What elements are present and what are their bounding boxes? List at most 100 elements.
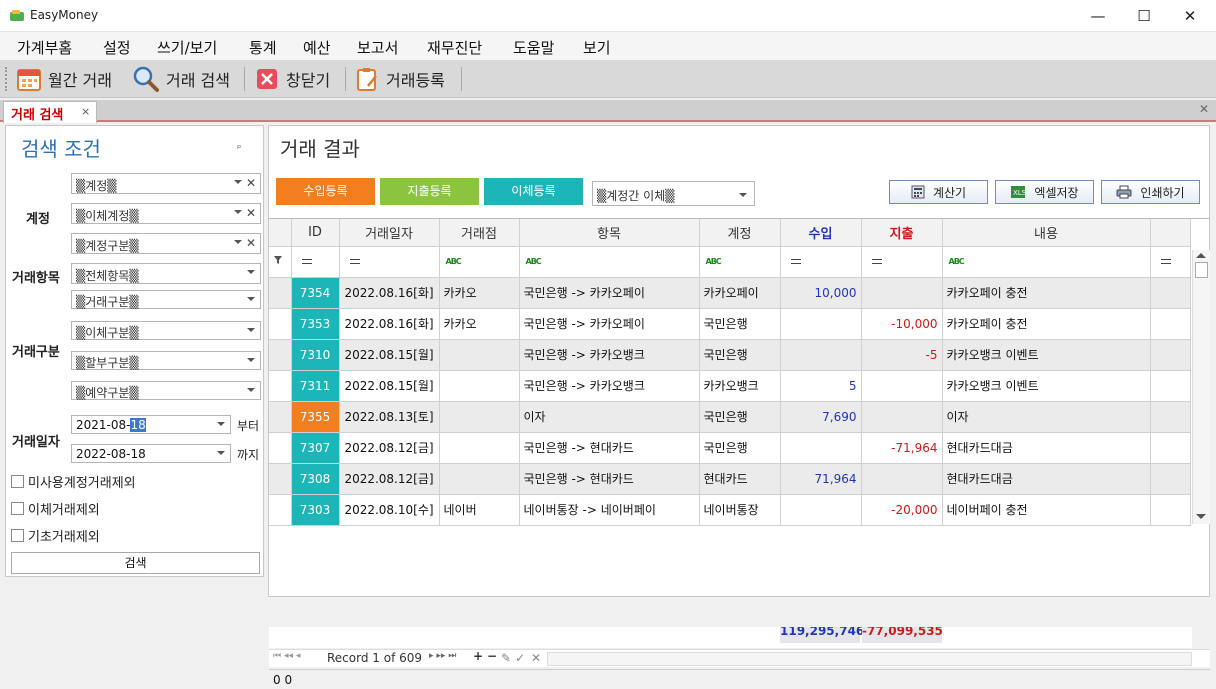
clear-icon[interactable]: ✕ [246, 236, 256, 250]
filter-extra[interactable] [1150, 246, 1191, 278]
grid-status-bar: 0 0 [269, 669, 1210, 689]
row-item: 국민은행 -> 카카오페이 [519, 277, 700, 309]
filter-expense[interactable] [861, 246, 943, 278]
col-store[interactable]: 거래점 [439, 219, 520, 247]
nav-confirm-icon[interactable]: ✓ [515, 651, 525, 665]
account-group-label: 계정 [26, 212, 50, 227]
menu-financial-diagnosis[interactable]: 재무진단 [427, 37, 482, 58]
tab-close-icon[interactable]: × [81, 105, 90, 118]
transfer-filter-combo[interactable]: ▒계정간 이체▒ [592, 181, 755, 206]
search-button[interactable]: 검색 [11, 552, 260, 574]
nav-first-icon[interactable]: ⏮ ◂◂ ◂ [273, 651, 300, 661]
menu-help[interactable]: 도움말 [513, 37, 554, 58]
chevron-down-icon [247, 328, 255, 332]
row-store: 카카오 [439, 308, 520, 340]
scroll-thumb[interactable] [1195, 262, 1208, 278]
all-items-combo[interactable]: ▒전체항목▒ [71, 263, 261, 284]
close-window-button[interactable]: ✕ [1167, 0, 1213, 32]
monthly-transactions-button[interactable]: 월간 거래 [12, 63, 116, 95]
nav-cancel-icon[interactable]: ✕ [531, 651, 541, 665]
transfer-register-button[interactable]: 이체등록 [484, 178, 583, 205]
table-row[interactable]: 7310 2022.08.15[월] 국민은행 -> 카카오뱅크 국민은행 -5 카카오뱅… [269, 339, 1191, 371]
register-transaction-button[interactable]: 거래등록 [350, 63, 449, 95]
table-row[interactable]: 7303 2022.08.10[수] 네이버 네이버통장 -> 네이버페이 네이버통장 -… [269, 494, 1191, 526]
exclude-unused-checkbox[interactable]: 미사용계정거래제외 [11, 472, 136, 491]
print-button[interactable]: 인쇄하기 [1101, 180, 1200, 204]
exclude-transfer-checkbox[interactable]: 이체거래제외 [11, 499, 100, 518]
app-title: EasyMoney [30, 8, 99, 22]
table-row[interactable]: 7311 2022.08.15[월] 국민은행 -> 카카오뱅크 카카오뱅크 5 카카오뱅… [269, 370, 1191, 402]
col-expense[interactable]: 지출 [861, 219, 943, 247]
date-from-prefix: 2021-08- [76, 418, 131, 432]
menu-statistics[interactable]: 통계 [249, 37, 277, 58]
nav-add-icon[interactable]: + [473, 649, 483, 663]
pin-icon[interactable]: ₚ [237, 140, 241, 151]
installment-type-combo[interactable]: ▒할부구분▒ [71, 351, 261, 370]
filter-memo[interactable]: ABC [942, 246, 1151, 278]
date-to-picker[interactable]: 2022-08-18 [71, 444, 231, 463]
filter-row: ABC ABC ABC ABC [269, 246, 1191, 278]
col-account[interactable]: 계정 [699, 219, 781, 247]
menu-report[interactable]: 보고서 [357, 37, 398, 58]
scroll-up-icon[interactable] [1196, 253, 1206, 258]
filter-item[interactable]: ABC [519, 246, 700, 278]
nav-next-icon[interactable]: ▸ ▸▸ ⏭ [429, 651, 456, 661]
row-account: 네이버통장 [699, 494, 781, 526]
clear-icon[interactable]: ✕ [246, 176, 256, 190]
chevron-down-icon [234, 210, 242, 214]
horizontal-scrollbar[interactable] [547, 652, 1192, 666]
vertical-scrollbar[interactable] [1192, 250, 1210, 524]
filter-store[interactable]: ABC [439, 246, 520, 278]
col-id[interactable]: ID [291, 219, 340, 247]
date-from-selected-day: 18 [130, 418, 146, 432]
col-date[interactable]: 거래일자 [339, 219, 440, 247]
menu-write-view[interactable]: 쓰기/보기 [157, 37, 217, 58]
menu-budget[interactable]: 예산 [303, 37, 331, 58]
transfer-type-combo[interactable]: ▒이체구분▒ [71, 321, 261, 340]
clear-icon[interactable]: ✕ [246, 206, 256, 220]
table-row[interactable]: 7353 2022.08.16[화] 카카오 국민은행 -> 카카오페이 국민은행 -10… [269, 308, 1191, 340]
row-date: 2022.08.10[수] [339, 494, 440, 526]
income-register-button[interactable]: 수입등록 [276, 178, 375, 205]
document-tab-strip: 거래 검색 × [0, 100, 1216, 123]
expense-register-button[interactable]: 지출등록 [380, 178, 479, 205]
tab-transaction-search[interactable]: 거래 검색 × [3, 101, 97, 123]
date-from-picker[interactable]: 2021-08-18 [71, 415, 231, 434]
maximize-button[interactable]: ☐ [1121, 0, 1167, 32]
filter-date[interactable] [339, 246, 440, 278]
filter-income[interactable] [780, 246, 862, 278]
col-item[interactable]: 항목 [519, 219, 700, 247]
row-item: 이자 [519, 401, 700, 433]
filter-account[interactable]: ABC [699, 246, 781, 278]
scroll-down-icon[interactable] [1196, 514, 1206, 519]
chevron-down-icon [247, 388, 255, 392]
menu-settings[interactable]: 설정 [103, 37, 131, 58]
table-row[interactable]: 7355 2022.08.13[토] 이자 국민은행 7,690 이자 [269, 401, 1191, 433]
transaction-search-button[interactable]: 거래 검색 [128, 63, 234, 95]
menu-view[interactable]: 보기 [583, 37, 611, 58]
col-memo[interactable]: 내용 [942, 219, 1151, 247]
filter-id[interactable] [291, 246, 340, 278]
nav-remove-icon[interactable]: − [487, 649, 497, 663]
transfer-account-combo[interactable]: ▒이체계정▒ ✕ [71, 203, 261, 224]
trade-type-combo[interactable]: ▒거래구분▒ [71, 290, 261, 309]
close-document-icon[interactable]: ✕ [1199, 102, 1209, 116]
col-income[interactable]: 수입 [780, 219, 862, 247]
exclude-base-checkbox[interactable]: 기초거래제외 [11, 526, 100, 545]
row-memo: 카카오뱅크 이벤트 [942, 370, 1151, 402]
minimize-button[interactable]: — [1075, 0, 1121, 32]
from-suffix: 부터 [237, 419, 260, 433]
close-tab-button[interactable]: 창닫기 [250, 63, 334, 95]
account-type-combo[interactable]: ▒계정구분▒ ✕ [71, 233, 261, 254]
account-combo[interactable]: ▒계정▒ ✕ [71, 173, 261, 194]
filter-funnel-icon[interactable] [269, 246, 292, 278]
excel-save-button[interactable]: XLS 엑셀저장 [995, 180, 1094, 204]
table-row[interactable]: 7308 2022.08.12[금] 국민은행 -> 현대카드 현대카드 71,964 현… [269, 463, 1191, 495]
reservation-type-combo[interactable]: ▒예약구분▒ [71, 381, 261, 400]
calculator-button[interactable]: 계산기 [889, 180, 988, 204]
table-row[interactable]: 7354 2022.08.16[화] 카카오 국민은행 -> 카카오페이 카카오페이 10… [269, 277, 1191, 309]
table-row[interactable]: 7307 2022.08.12[금] 국민은행 -> 현대카드 국민은행 -71,964… [269, 432, 1191, 464]
toolbar-grip[interactable] [5, 67, 8, 91]
menu-home[interactable]: 가계부홈 [17, 37, 72, 58]
nav-edit-icon[interactable]: ✎ [501, 651, 511, 665]
